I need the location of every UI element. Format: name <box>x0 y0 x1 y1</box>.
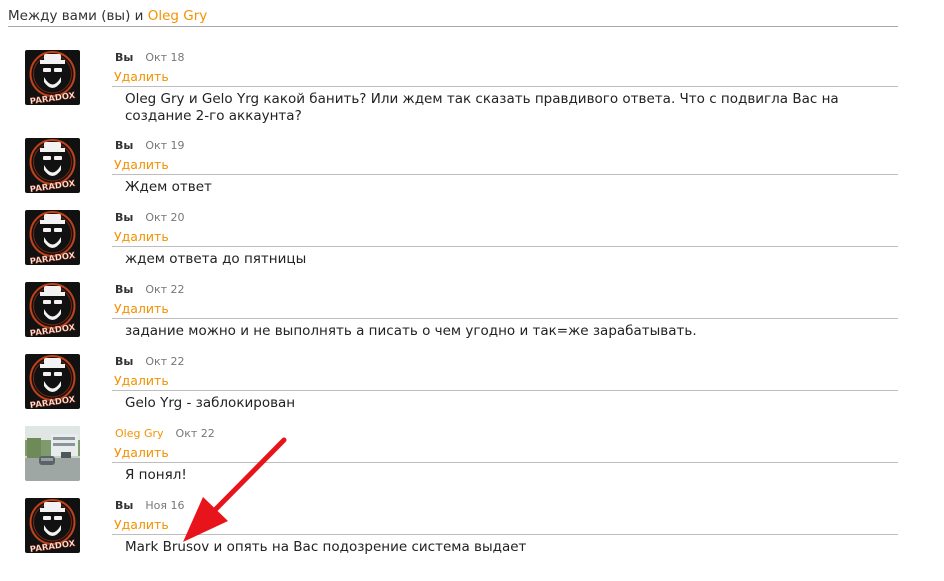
message-author[interactable]: Вы <box>115 211 133 224</box>
message-text: Ждем ответ <box>112 174 898 196</box>
avatar[interactable]: PARADOX <box>25 498 80 553</box>
delete-link[interactable]: Удалить <box>114 229 169 245</box>
message-author[interactable]: Вы <box>115 51 133 64</box>
message-author[interactable]: Вы <box>115 139 133 152</box>
message-text: Oleg Gry и Gelo Yrg какой банить? Или жд… <box>112 86 898 125</box>
message-text: Gelo Yrg - заблокирован <box>112 390 898 412</box>
avatar[interactable]: PARADOX <box>25 50 80 105</box>
message-meta: Вы Окт 18 <box>115 50 185 66</box>
message-text: задание можно и не выполнять а писать о … <box>112 318 898 340</box>
message-author[interactable]: Вы <box>115 499 133 512</box>
delete-link[interactable]: Удалить <box>114 157 169 173</box>
message-meta: Вы Окт 19 <box>115 138 185 154</box>
delete-link[interactable]: Удалить <box>114 69 169 85</box>
message-author[interactable]: Вы <box>115 355 133 368</box>
message-date: Окт 22 <box>175 427 215 440</box>
message-meta: Вы Ноя 16 <box>115 498 184 514</box>
delete-link[interactable]: Удалить <box>114 445 169 461</box>
conversation-header: Между вами (вы) и Oleg Gry <box>8 7 898 27</box>
header-prefix: Между вами (вы) и <box>8 8 148 24</box>
message-meta: Oleg Gry Окт 22 <box>115 426 215 442</box>
message-date: Окт 18 <box>145 51 185 64</box>
message-text: ждем ответа до пятницы <box>112 246 898 268</box>
message-meta: Вы Окт 22 <box>115 354 185 370</box>
message-author[interactable]: Oleg Gry <box>115 427 164 440</box>
message-date: Окт 20 <box>145 211 185 224</box>
message-meta: Вы Окт 22 <box>115 282 185 298</box>
message-date: Окт 22 <box>145 355 185 368</box>
message-text: Я понял! <box>112 462 898 484</box>
avatar[interactable]: PARADOX <box>25 210 80 265</box>
message-author[interactable]: Вы <box>115 283 133 296</box>
delete-link[interactable]: Удалить <box>114 373 169 389</box>
avatar[interactable]: PARADOX <box>25 138 80 193</box>
delete-link[interactable]: Удалить <box>114 301 169 317</box>
message-date: Окт 19 <box>145 139 185 152</box>
message-text: Mark Brusov и опять на Вас подозрение си… <box>112 534 898 556</box>
avatar[interactable] <box>25 426 80 481</box>
message-date: Ноя 16 <box>145 499 185 512</box>
message-date: Окт 22 <box>145 283 185 296</box>
partner-link[interactable]: Oleg Gry <box>148 8 208 24</box>
avatar[interactable]: PARADOX <box>25 354 80 409</box>
delete-link[interactable]: Удалить <box>114 517 169 533</box>
message-meta: Вы Окт 20 <box>115 210 185 226</box>
avatar[interactable]: PARADOX <box>25 282 80 337</box>
